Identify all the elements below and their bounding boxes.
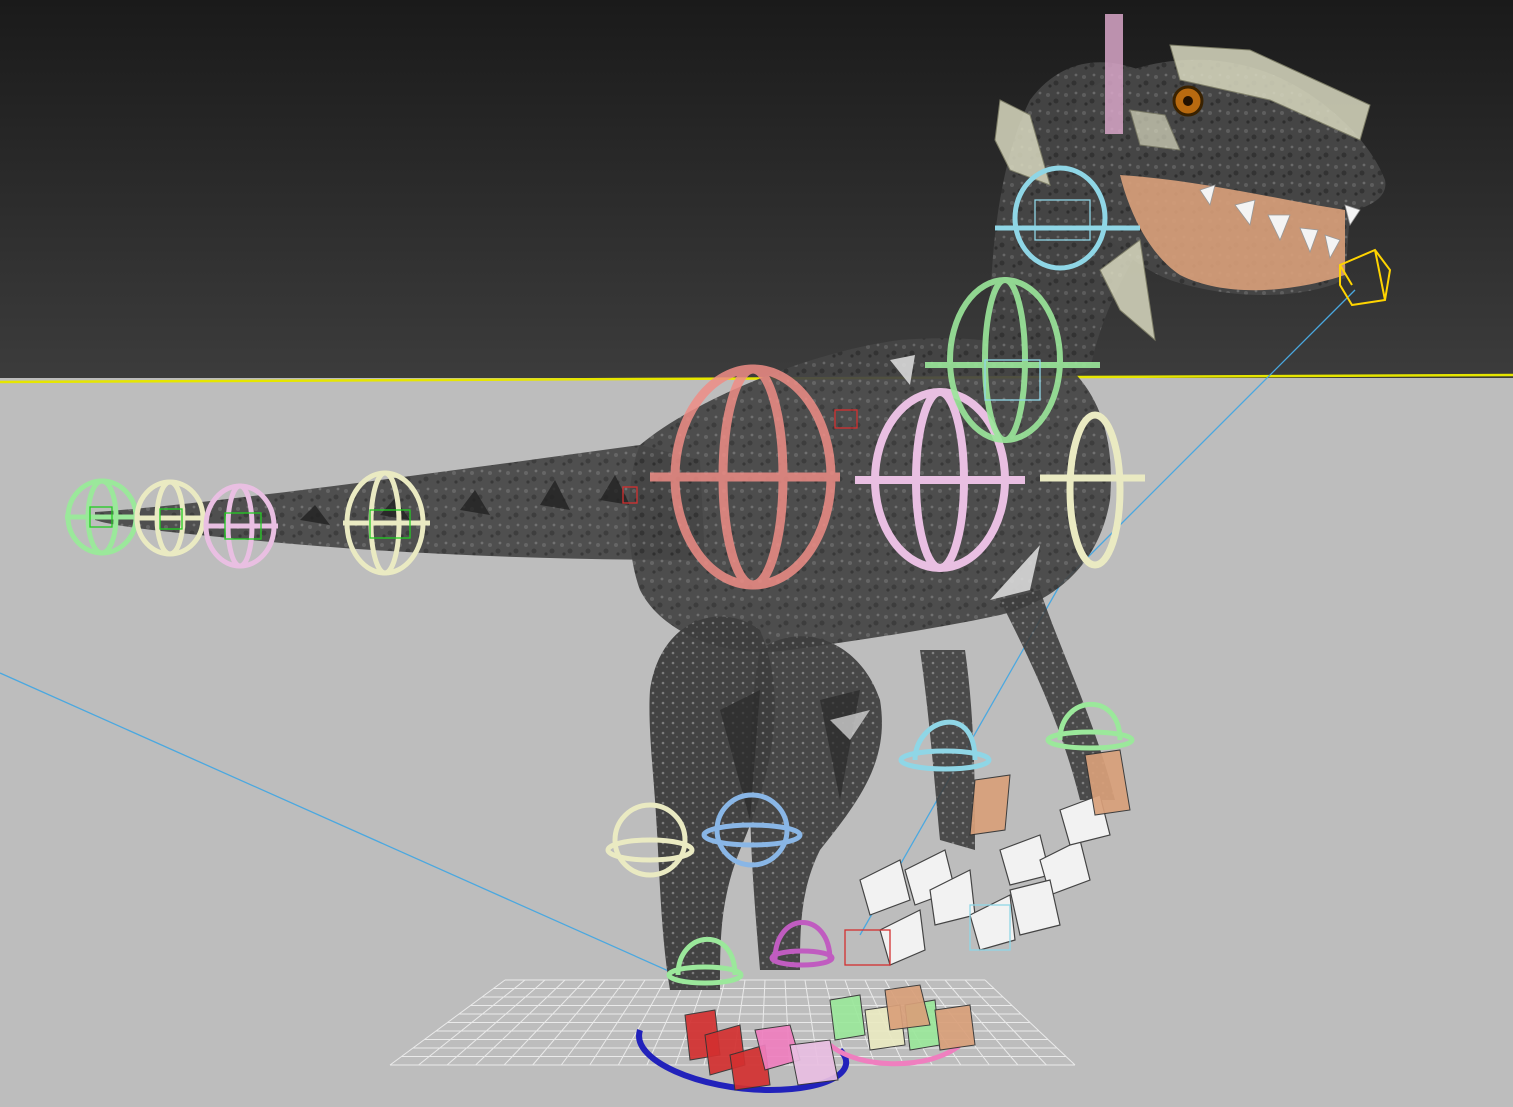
neck-bone-control [1105,14,1123,134]
perspective-viewport[interactable] [0,0,1513,1107]
viewport-scene[interactable] [0,0,1513,1107]
